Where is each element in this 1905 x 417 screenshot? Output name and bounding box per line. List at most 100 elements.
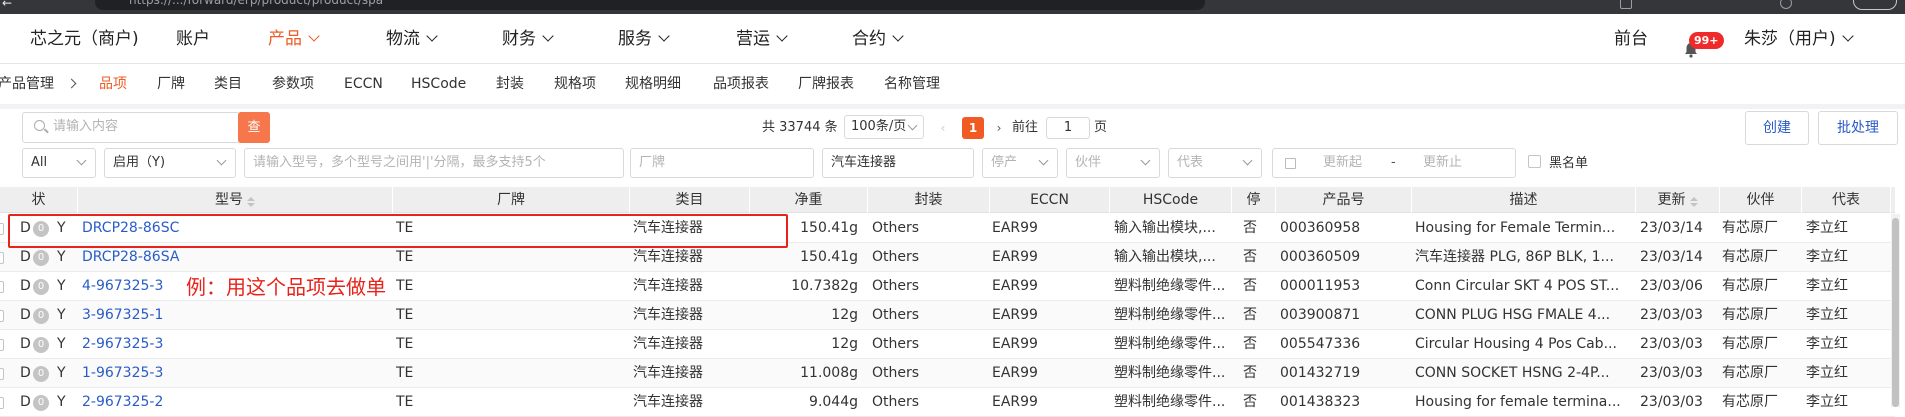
tab-item[interactable]: 品项 <box>99 65 127 103</box>
nav-item-account[interactable]: 账户 <box>176 14 210 64</box>
tab-package[interactable]: 封装 <box>496 65 524 103</box>
front-desk-link[interactable]: 前台 <box>1614 14 1648 64</box>
nav-item-logistics[interactable]: 物流 <box>386 14 438 64</box>
table-row[interactable]: 0 Y D 3-967325-1 TE 汽车连接器 12g Others EAR99 塑料制绝缘零… <box>0 301 1895 330</box>
model-link[interactable]: 1-967325-3 <box>82 359 322 388</box>
partner-select[interactable]: 伙伴 <box>1066 148 1160 178</box>
tab-eccn[interactable]: ECCN <box>344 65 383 103</box>
nav-item-operations[interactable]: 营运 <box>736 14 788 64</box>
blacklist-checkbox[interactable] <box>1528 155 1541 168</box>
tab-brand[interactable]: 厂牌 <box>157 65 185 103</box>
merchant-brand[interactable]: 芯之元（商户) <box>30 14 139 64</box>
update-date-range[interactable]: 更新起 - 更新止 <box>1272 148 1516 178</box>
brand-cell: TE <box>396 307 414 323</box>
profile-icon[interactable] <box>1780 0 1792 9</box>
weight-cell: 9.044g <box>809 394 858 410</box>
category-input[interactable]: 汽车连接器 <box>822 148 974 178</box>
tab-name-management[interactable]: 名称管理 <box>884 65 940 103</box>
tab-brand-report[interactable]: 厂牌报表 <box>798 65 854 103</box>
header-brand[interactable]: 厂牌 <box>393 187 630 213</box>
header-rep[interactable]: 代表 <box>1802 187 1891 213</box>
rep-select[interactable]: 代表 <box>1168 148 1262 178</box>
status-enabled: Y <box>57 336 66 352</box>
chevron-down-icon <box>426 30 438 42</box>
table-row[interactable]: 0 Y D 1-967325-3 TE 汽车连接器 11.008g Others EAR99 塑料… <box>0 359 1895 388</box>
eccn-cell: EAR99 <box>992 220 1038 236</box>
header-weight[interactable]: 净重 <box>750 187 868 213</box>
nav-item-service[interactable]: 服务 <box>618 14 670 64</box>
header-hscode[interactable]: HSCode <box>1110 187 1232 213</box>
tab-item-report[interactable]: 品项报表 <box>713 65 769 103</box>
row-checkbox[interactable] <box>0 368 4 380</box>
model-input[interactable]: 请输入型号，多个型号之间用'|'分隔，最多支持5个 <box>244 148 624 178</box>
tab-spec-item[interactable]: 规格项 <box>554 65 596 103</box>
vertical-scrollbar[interactable] <box>1891 214 1900 407</box>
user-menu[interactable]: 朱莎（用户) <box>1744 14 1854 64</box>
page-size-select[interactable]: 100条/页 <box>844 115 924 139</box>
header-updated[interactable]: 更新 <box>1636 187 1720 213</box>
header-description[interactable]: 描述 <box>1412 187 1636 213</box>
partner-cell: 有芯原厂 <box>1722 336 1778 352</box>
tab-parameter[interactable]: 参数项 <box>272 65 314 103</box>
header-eccn[interactable]: ECCN <box>990 187 1110 213</box>
discontinued-cell: 否 <box>1243 336 1257 352</box>
model-link[interactable]: 2-967325-3 <box>82 330 322 359</box>
header-model[interactable]: 型号 <box>78 187 393 213</box>
prev-page-button[interactable]: ‹ <box>932 117 954 139</box>
create-button[interactable]: 创建 <box>1745 111 1809 145</box>
row-checkbox[interactable] <box>0 281 4 293</box>
discontinued-cell: 否 <box>1243 220 1257 236</box>
header-partner[interactable]: 伙伴 <box>1720 187 1802 213</box>
tab-category[interactable]: 类目 <box>214 65 242 103</box>
back-arrow-icon[interactable]: ← <box>2 0 12 10</box>
discontinued-cell: 否 <box>1243 394 1257 410</box>
status-d: D <box>20 278 31 294</box>
description-cell: CONN SOCKET HSNG 2-4P... <box>1415 365 1610 381</box>
calendar-icon <box>1285 158 1296 169</box>
row-checkbox[interactable] <box>0 223 4 235</box>
row-checkbox[interactable] <box>0 252 4 264</box>
sort-icon[interactable] <box>1689 197 1698 207</box>
nav-item-product[interactable]: 产品 <box>268 14 320 64</box>
product-no-cell: 005547336 <box>1280 336 1361 352</box>
header-product-no[interactable]: 产品号 <box>1276 187 1412 213</box>
nav-item-contract[interactable]: 合约 <box>852 14 904 64</box>
table-row[interactable]: 0 Y D 2-967325-2 TE 汽车连接器 9.044g Others EAR99 塑料制… <box>0 388 1895 417</box>
status-enabled: Y <box>57 307 66 323</box>
browser-update-button[interactable] <box>1853 0 1897 10</box>
header-category[interactable]: 类目 <box>630 187 750 213</box>
total-count: 共 33744 条 <box>762 120 838 135</box>
tab-spec-detail[interactable]: 规格明细 <box>625 65 681 103</box>
scrollbar-thumb[interactable] <box>1892 218 1899 407</box>
header-package[interactable]: 封装 <box>868 187 990 213</box>
chevron-down-icon <box>658 30 670 42</box>
brand-input[interactable]: 厂牌 <box>630 148 814 178</box>
extensions-icon[interactable] <box>1620 0 1632 9</box>
date-end: 更新止 <box>1423 155 1463 170</box>
model-link[interactable]: 3-967325-1 <box>82 301 322 330</box>
current-page[interactable]: 1 <box>962 117 984 139</box>
row-checkbox[interactable] <box>0 397 4 409</box>
header-discontinued[interactable]: 停 <box>1232 187 1276 213</box>
batch-process-button[interactable]: 批处理 <box>1818 111 1898 145</box>
model-link[interactable]: 2-967325-2 <box>82 388 322 417</box>
nav-item-finance[interactable]: 财务 <box>502 14 554 64</box>
tab-hscode[interactable]: HSCode <box>411 65 466 103</box>
next-page-button[interactable]: › <box>988 117 1010 139</box>
row-checkbox[interactable] <box>0 310 4 322</box>
goto-page-input[interactable]: 1 <box>1046 117 1090 139</box>
address-bar[interactable]: https://.../forward/erp/product/product/… <box>95 0 1205 10</box>
row-checkbox[interactable] <box>0 339 4 351</box>
sort-icon[interactable] <box>247 197 255 207</box>
search-button[interactable]: 查 <box>238 112 270 143</box>
enabled-select[interactable]: 启用（Y) <box>104 148 236 178</box>
table-row[interactable]: 0 Y D 2-967325-3 TE 汽车连接器 12g Others EAR99 塑料制绝缘零… <box>0 330 1895 359</box>
discontinued-select[interactable]: 停产 <box>982 148 1058 178</box>
breadcrumb-root[interactable]: 产品管理 <box>0 65 54 103</box>
scope-select[interactable]: All <box>22 148 96 178</box>
description-cell: Conn Circular SKT 4 POS ST... <box>1415 278 1620 294</box>
product-no-cell: 000360958 <box>1280 220 1361 236</box>
header-status[interactable]: 状 <box>0 187 78 213</box>
annotation-highlight-box <box>8 214 788 248</box>
search-input[interactable]: 请输入内容 <box>22 112 240 143</box>
